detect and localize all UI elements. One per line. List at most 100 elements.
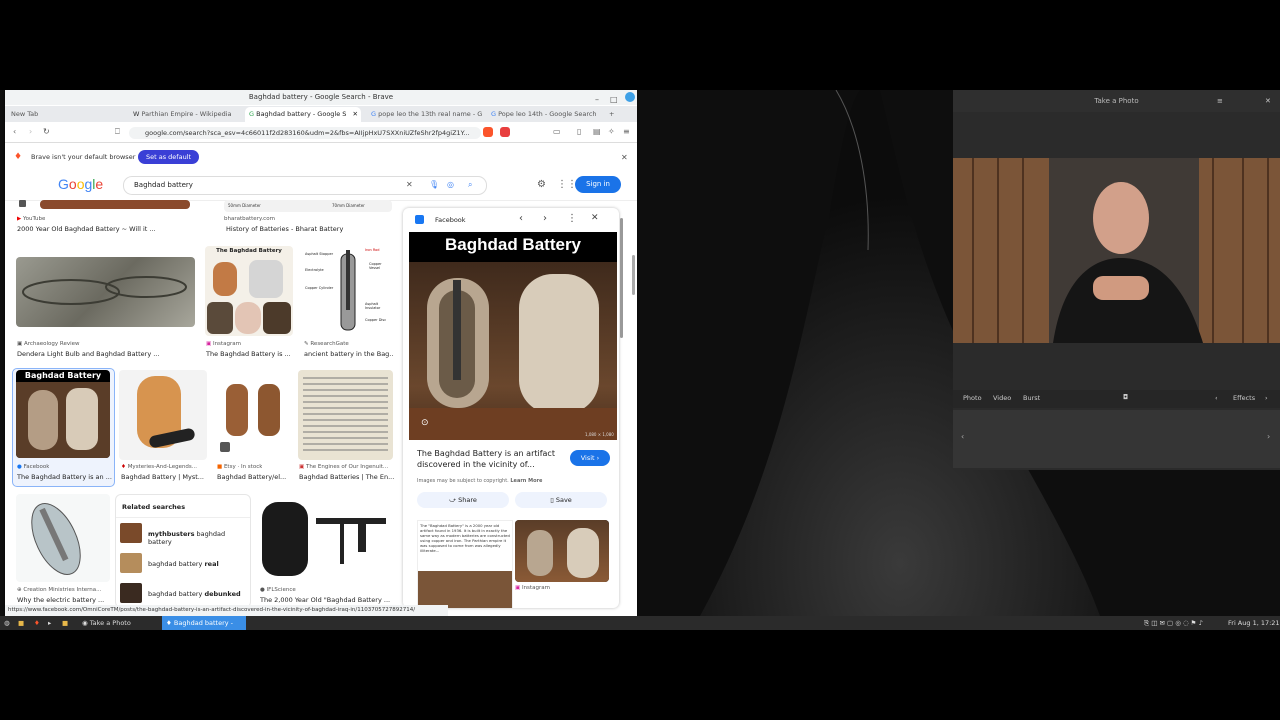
set-default-button[interactable]: Set as default (138, 150, 200, 164)
bookmark-icon[interactable]: ⎕ (115, 127, 120, 137)
forward-icon[interactable]: › (29, 127, 32, 136)
default-browser-notice: ♦ Brave isn't your default browser Set a… (5, 148, 637, 168)
tab-pope-leo-14[interactable]: G Pope leo 14th - Google Search (487, 107, 603, 122)
result-title[interactable]: 2000 Year Old Baghdad Battery ~ Will it … (17, 225, 177, 233)
wallet-icon[interactable]: ▤ (593, 127, 601, 136)
result-image-dendera[interactable] (16, 257, 195, 327)
effects-button[interactable]: Effects (1233, 394, 1255, 402)
result-image-researchgate[interactable]: Asphalt Stopper Iron Rod Copper Vessel E… (303, 246, 393, 336)
clear-search-icon[interactable]: ✕ (406, 180, 413, 189)
lens-icon[interactable]: ◎ (447, 180, 454, 189)
result-source: bharatbattery.com (224, 216, 275, 222)
result-title[interactable]: ancient battery in the Bag... (304, 350, 394, 358)
url-field[interactable]: google.com/search?sca_esv=4c66011f2d2831… (129, 127, 481, 139)
leo-icon[interactable]: ✧ (608, 127, 615, 136)
related-image-text[interactable]: The "Baghdad Battery" is a 2000 year old… (417, 520, 513, 608)
lens-search-icon[interactable]: ⊙ (421, 418, 429, 428)
result-image-iflscience[interactable] (258, 494, 393, 582)
result-image-etsy[interactable] (216, 370, 293, 460)
menu-icon[interactable]: ≡ (623, 127, 630, 136)
sign-in-button[interactable]: Sign in (575, 176, 621, 193)
next-result-icon[interactable]: › (543, 213, 547, 224)
mode-burst[interactable]: Burst (1023, 394, 1040, 402)
result-title[interactable]: The Baghdad Battery is ... (206, 350, 296, 358)
result-image-creation[interactable] (16, 494, 110, 582)
tray-icons[interactable]: ⎘ ◫ ✉ ▢ ◎ ◌ ⚑ ♪ (1144, 616, 1203, 630)
brave-rewards-icon[interactable] (500, 127, 510, 137)
result-image-instagram[interactable]: The Baghdad Battery (205, 246, 293, 336)
notice-close-icon[interactable]: ✕ (621, 153, 628, 162)
brave-shields-icon[interactable] (483, 127, 493, 137)
mode-video[interactable]: Video (993, 394, 1011, 402)
maximize-icon[interactable]: □ (610, 92, 618, 107)
terminal-icon[interactable]: ▸ (48, 616, 51, 630)
result-title[interactable]: Baghdad Battery | Myst... (121, 473, 211, 481)
result-image-youtube[interactable] (40, 200, 190, 209)
related-searches-card: Related searches mythbusters baghdad bat… (115, 494, 251, 608)
shutter-icon[interactable]: ◘ (1123, 393, 1128, 401)
back-icon[interactable]: ‹ (13, 127, 16, 136)
result-image-engines[interactable] (298, 370, 393, 460)
result-title[interactable]: The 2,000 Year Old "Baghdad Battery ... (260, 596, 395, 604)
prev-effect-icon[interactable]: ‹ (1215, 394, 1218, 402)
reader-icon[interactable]: ▯ (577, 127, 581, 136)
panel-source[interactable]: Facebook (435, 216, 466, 224)
visit-button[interactable]: Visit › (570, 450, 610, 466)
tab-baghdad-battery[interactable]: G Baghdad battery - Google S ✕ (245, 107, 361, 122)
camera-menu-icon[interactable]: ≡ (1217, 90, 1223, 112)
start-menu-icon[interactable]: ◍ (4, 616, 10, 630)
result-title[interactable]: The Baghdad Battery is an ... (17, 473, 112, 481)
result-source: ● Facebook (17, 464, 50, 470)
voice-search-icon[interactable]: 🎙 (429, 180, 439, 189)
result-title[interactable]: Why the electric battery ... (17, 596, 112, 604)
minimize-icon[interactable]: – (595, 92, 599, 107)
tab-parthian-empire[interactable]: W Parthian Empire - Wikipedia (129, 107, 245, 122)
related-image-photo[interactable] (515, 520, 609, 582)
share-button[interactable]: ⤻ Share (417, 492, 509, 508)
google-logo[interactable]: Google (58, 176, 103, 192)
search-input[interactable]: Baghdad battery (134, 177, 193, 194)
taskbar-item-browser[interactable]: ♦ Baghdad battery - G... (162, 616, 246, 641)
brave-launcher-icon[interactable]: ♦ (34, 616, 40, 630)
settings-gear-icon[interactable]: ⚙ (537, 179, 546, 190)
new-tab-plus-icon[interactable]: + (605, 107, 621, 122)
apps-grid-icon[interactable]: ⋮⋮ (557, 179, 577, 190)
related-item-real[interactable]: baghdad battery real (120, 553, 248, 575)
panel-scrollbar[interactable] (620, 218, 623, 338)
search-icon[interactable]: ⌕ (468, 180, 472, 190)
result-image-bharat[interactable]: 50mm Diameter 70mm Diameter (224, 200, 392, 212)
close-window-icon[interactable] (625, 92, 635, 102)
page-scrollbar[interactable] (632, 255, 635, 295)
strip-left-icon[interactable]: ‹ (961, 432, 964, 441)
close-tab-icon[interactable]: ✕ (353, 107, 358, 122)
result-image-facebook[interactable]: Baghdad Battery (16, 370, 110, 458)
prev-result-icon[interactable]: ‹ (519, 213, 523, 224)
tab-pope-leo-13[interactable]: G pope leo the 13th real name - G (367, 107, 483, 122)
next-effect-icon[interactable]: › (1265, 394, 1268, 402)
result-source: ▶ YouTube (17, 216, 46, 222)
result-title[interactable]: History of Batteries - Bharat Battery (226, 225, 396, 233)
learn-more-link[interactable]: Learn More (510, 478, 542, 484)
preview-image[interactable]: Baghdad Battery ⊙ 1,080 × 1,080 (409, 232, 617, 440)
result-title[interactable]: Dendera Light Bulb and Baghdad Battery .… (17, 350, 197, 358)
folder-icon[interactable]: ■ (62, 616, 68, 630)
strip-right-icon[interactable]: › (1267, 432, 1270, 441)
taskbar-item-camera[interactable]: ◉ Take a Photo (78, 616, 162, 630)
save-button[interactable]: ▯ Save (515, 492, 607, 508)
result-image-mysteries[interactable] (119, 370, 207, 460)
mode-photo[interactable]: Photo (963, 394, 982, 402)
related-item-mythbusters[interactable]: mythbusters baghdad battery (120, 523, 248, 546)
preview-title[interactable]: The Baghdad Battery is an artifact disco… (417, 448, 562, 470)
related-item-debunked[interactable]: baghdad battery debunked (120, 583, 248, 605)
close-panel-icon[interactable]: ✕ (591, 213, 599, 223)
more-options-icon[interactable]: ⋮ (567, 213, 577, 224)
tab-new-tab[interactable]: New Tab (7, 107, 129, 122)
sidebar-icon[interactable]: ▭ (553, 127, 561, 136)
files-icon[interactable]: ■ (18, 616, 24, 630)
clock[interactable]: Fri Aug 1, 17:21 (1228, 616, 1280, 630)
result-title[interactable]: Baghdad Batteries | The En... (299, 473, 394, 481)
result-title[interactable]: Baghdad Battery/el... (217, 473, 295, 481)
camera-close-icon[interactable]: ✕ (1265, 90, 1271, 112)
reload-icon[interactable]: ↻ (43, 127, 50, 136)
search-box[interactable]: Baghdad battery ✕ 🎙 ◎ ⌕ (123, 176, 487, 195)
